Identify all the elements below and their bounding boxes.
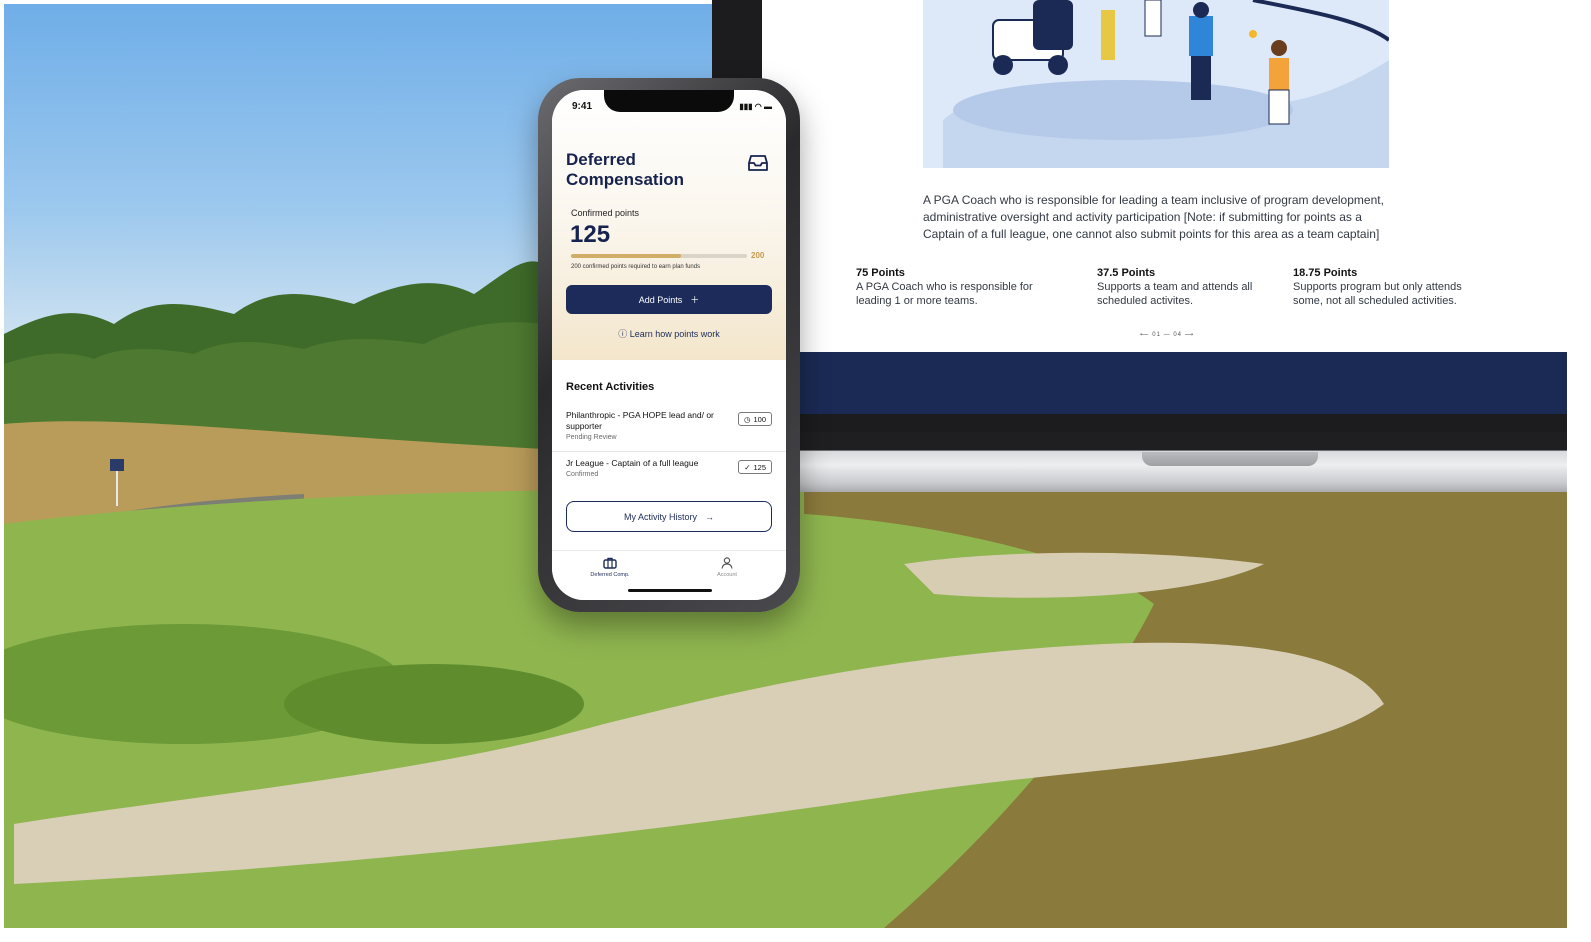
laptop-screen: A PGA Coach who is responsible for leadi… [762,0,1567,414]
pager-current: 01 [1152,332,1161,338]
activity-description: A PGA Coach who is responsible for leadi… [923,193,1384,241]
point-option-title: 75 Points [856,267,905,279]
person-icon [721,557,733,569]
arrow-right-icon: → [705,511,714,522]
tab-deferred-comp[interactable]: Deferred Comp. [570,557,650,578]
battery-icon: ▬ [764,102,772,111]
wifi-icon: ◠ [754,102,762,111]
briefcase-icon [603,557,617,569]
tab-label: Account [717,572,737,578]
activity-item[interactable]: Philanthropic - PGA HOPE lead and/ or su… [566,410,772,441]
activity-points: 125 [753,462,766,472]
my-activity-history-button[interactable]: My Activity History → [566,501,772,532]
activity-points: 100 [753,414,766,424]
inbox-icon[interactable] [748,154,768,172]
check-icon: ✓ [744,462,751,472]
point-option-title: 18.75 Points [1293,267,1358,279]
point-option-text: Supports program but only attends some, … [1293,281,1462,307]
pager-total: 04 [1173,332,1182,338]
phone-screen: 9:41 ▮▮▮ ◠ ▬ Deferred Compensation Confi… [552,90,786,600]
tab-account[interactable]: Account [687,557,767,578]
jr-league-illustration [923,0,1389,168]
pager-prev-arrow[interactable]: ⟵ [1140,332,1150,338]
pager-next-arrow[interactable]: ⟶ [1185,332,1195,338]
point-option-18-75: 18.75 Points Supports program but only a… [1293,266,1493,308]
learn-how-points-work-link[interactable]: ⓘ Learn how points work [552,327,786,340]
point-option-text: A PGA Coach who is responsible for leadi… [856,281,1033,307]
status-time: 9:41 [572,101,593,112]
points-progress-max: 200 [751,251,765,260]
activity-status: Pending Review [566,434,617,441]
activity-points-badge: ✓ 125 [738,460,772,474]
confirmed-points-label: Confirmed points [571,208,640,218]
clock-icon: ◷ [743,414,751,424]
confirmed-points-value: 125 [570,221,611,248]
pager: ⟵ 01 — 04 ⟶ [1140,332,1195,338]
activity-text: Jr League - Captain of a full league [566,458,699,468]
point-option-37-5: 37.5 Points Supports a team and attends … [1097,266,1257,308]
page-title: Deferred Compensation [566,150,685,189]
laptop-opening-notch [1142,452,1318,466]
point-option-title: 37.5 Points [1097,267,1156,279]
plus-icon: ＋ [690,295,700,305]
recent-activities-heading: Recent Activities [566,381,655,393]
points-progress-note: 200 confirmed points required to earn pl… [571,264,701,270]
point-option-text: Supports a team and attends all schedule… [1097,281,1253,307]
tab-bar: Deferred Comp. Account [552,550,786,600]
activity-text: Philanthropic - PGA HOPE lead and/ or su… [566,410,714,431]
learn-label: Learn how points work [629,329,720,339]
points-progress-bar [571,254,747,258]
points-progress-fill [571,254,681,258]
coaching-illustration [943,0,1389,168]
point-option-75: 75 Points A PGA Coach who is responsible… [856,266,1046,308]
help-circle-icon: ⓘ [618,329,628,339]
navy-footer-band [762,352,1567,414]
phone-notch [604,90,734,112]
history-label: My Activity History [623,511,697,522]
add-points-label: Add Points [638,294,683,305]
activity-points-badge: ◷ 100 [737,412,772,426]
add-points-button[interactable]: Add Points ＋ [566,285,772,314]
activity-divider [552,451,786,452]
activity-item[interactable]: Jr League - Captain of a full league Con… [566,458,772,478]
home-indicator [628,589,712,592]
signal-icon: ▮▮▮ [739,102,753,111]
status-icons: ▮▮▮ ◠ ▬ [739,102,772,111]
tab-label: Deferred Comp. [590,572,630,578]
